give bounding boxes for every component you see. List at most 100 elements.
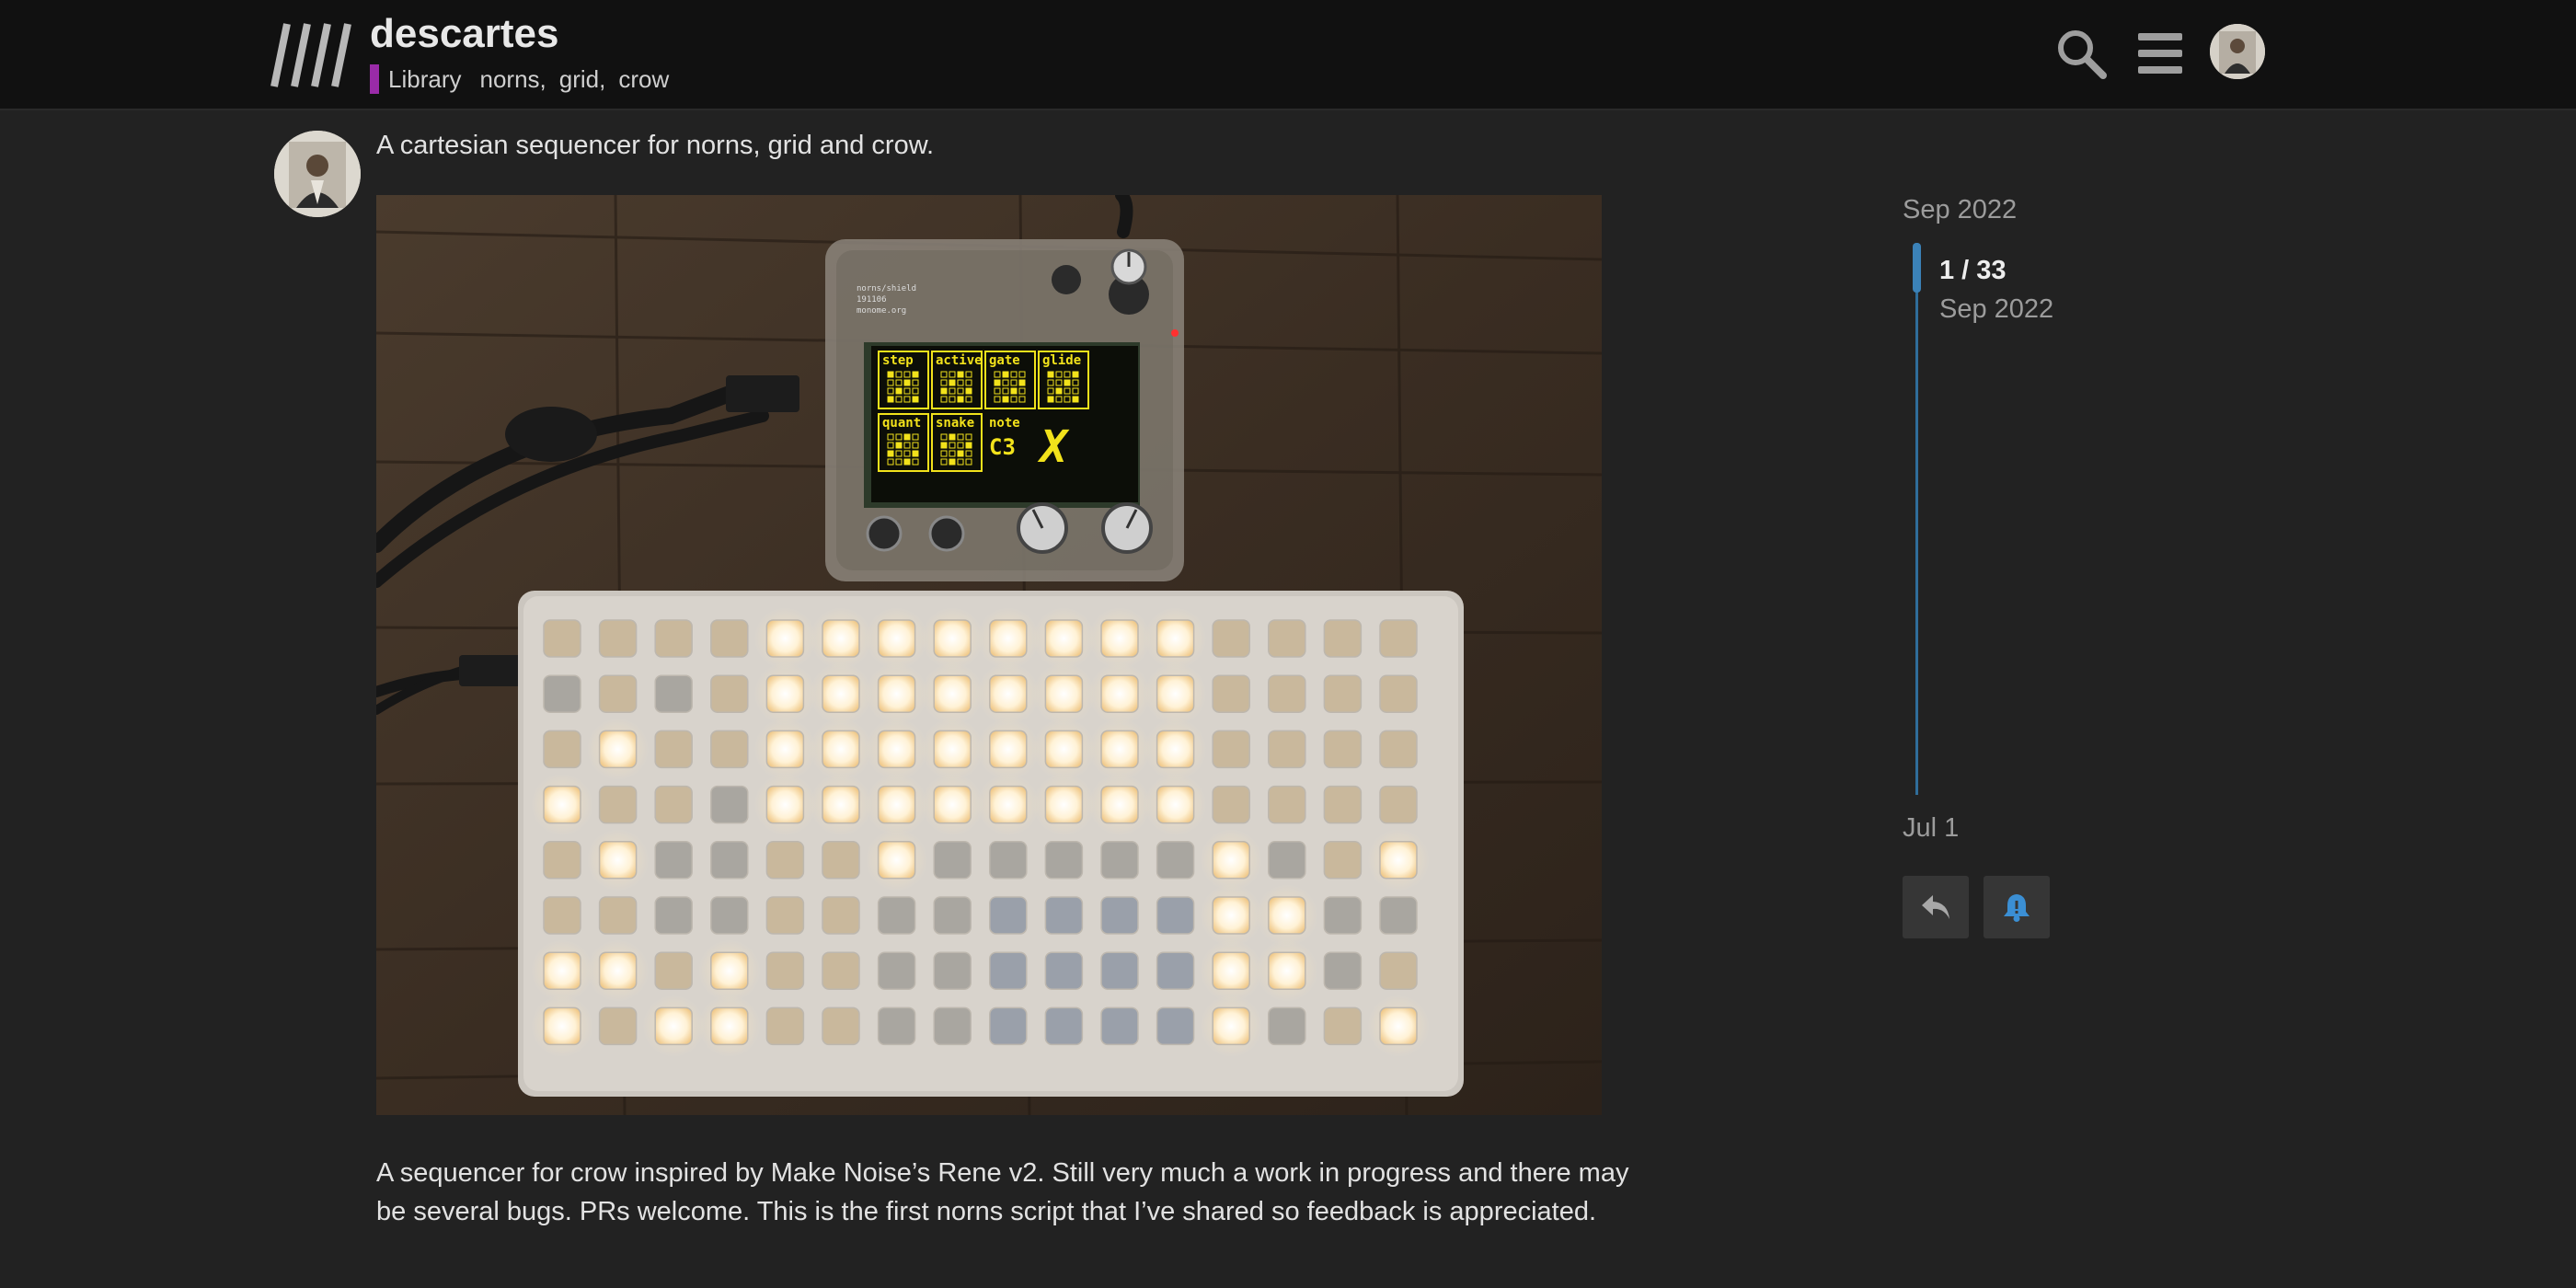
grid-key (822, 674, 860, 713)
grid-key (598, 730, 638, 769)
grid-key (543, 896, 581, 935)
tag-separator: , (539, 64, 546, 93)
grid-key (543, 619, 581, 658)
grid-key (543, 1006, 581, 1046)
grid-key (1268, 674, 1306, 713)
notification-button[interactable] (1984, 876, 2050, 938)
screen-label-quant: quant (882, 416, 921, 431)
svg-text:191106: 191106 (857, 295, 887, 305)
reply-button[interactable] (1903, 876, 1969, 938)
grid-key (1212, 1006, 1250, 1046)
post-author-avatar[interactable] (274, 131, 361, 217)
grid-key (1323, 896, 1363, 935)
grid-key (1100, 896, 1139, 935)
tag-crow[interactable]: crow (618, 65, 669, 94)
grid-key (710, 619, 749, 658)
screen-label-step: step (882, 353, 914, 368)
svg-text:monome.org: monome.org (857, 306, 906, 316)
grid-key (933, 1006, 972, 1046)
timeline-handle[interactable] (1913, 243, 1921, 293)
grid-key (765, 785, 805, 824)
timeline-scrollbar[interactable] (1915, 243, 1918, 795)
grid-key (1044, 674, 1084, 713)
grid-key (1156, 619, 1195, 658)
grid-key (1379, 841, 1418, 880)
grid-key (654, 619, 693, 658)
grid-key (1379, 951, 1418, 990)
grid-key (1268, 785, 1306, 824)
grid-key (1212, 730, 1250, 769)
post-intro-text: A cartesian sequencer for norns, grid an… (376, 131, 935, 160)
grid-key (877, 619, 916, 658)
grid-key (598, 785, 638, 824)
tag-grid[interactable]: grid (559, 65, 599, 94)
timeline-current-date: Sep 2022 (1939, 294, 2054, 324)
search-icon[interactable] (2053, 26, 2109, 81)
post-image[interactable]: norns/shield 191106 monome.org step activ… (376, 195, 1602, 1115)
grid-key (1044, 896, 1084, 935)
grid-key (654, 1006, 693, 1046)
grid-key (877, 1006, 916, 1046)
device-photo: norns/shield 191106 monome.org step activ… (376, 195, 1602, 1115)
grid-key (877, 951, 916, 990)
grid-key (598, 896, 638, 935)
grid-key (989, 951, 1028, 990)
grid-key (989, 785, 1028, 824)
grid-key (1100, 674, 1139, 713)
grid-key (1323, 730, 1363, 769)
grid-key (710, 785, 749, 824)
grid-key (1100, 785, 1139, 824)
topic-title[interactable]: descartes (370, 11, 558, 57)
grid-key (989, 674, 1028, 713)
grid-key (822, 896, 860, 935)
grid-key (543, 674, 581, 713)
grid-key (654, 785, 693, 824)
grid-key (1100, 730, 1139, 769)
grid-key (822, 785, 860, 824)
site-header: descartes Library norns , grid , crow (0, 0, 2576, 110)
grid-key (1044, 841, 1084, 880)
grid-key (877, 730, 916, 769)
grid-key (933, 951, 972, 990)
grid-key (1156, 951, 1195, 990)
grid-key (1212, 674, 1250, 713)
grid-key (1268, 619, 1306, 658)
grid-key (654, 841, 693, 880)
timeline-start-date[interactable]: Sep 2022 (1903, 195, 2017, 225)
grid-key (1156, 785, 1195, 824)
screen-label-glide: glide (1042, 353, 1081, 368)
grid-key (1156, 1006, 1195, 1046)
timeline-end-date[interactable]: Jul 1 (1903, 813, 1959, 844)
grid-key (1268, 896, 1306, 935)
hamburger-menu-icon[interactable] (2133, 26, 2188, 81)
grid-key (1044, 619, 1084, 658)
post-body-text: A sequencer for crow inspired by Make No… (376, 1158, 1629, 1226)
screen-label-active: active (936, 353, 983, 368)
grid-key (1100, 951, 1139, 990)
grid-key (1044, 1006, 1084, 1046)
grid-key (765, 730, 805, 769)
tag-norns[interactable]: norns (479, 65, 539, 94)
grid-key (1268, 841, 1306, 880)
grid-key (1044, 951, 1084, 990)
grid-key (710, 1006, 749, 1046)
grid-key (933, 896, 972, 935)
tag-separator: , (599, 64, 606, 93)
category-link[interactable]: Library (388, 65, 461, 94)
screen-label-note: note (989, 416, 1020, 431)
grid-key (877, 785, 916, 824)
grid-key (1212, 619, 1250, 658)
grid-key (989, 619, 1028, 658)
grid-key (710, 841, 749, 880)
grid-key (1379, 730, 1418, 769)
grid-key (543, 730, 581, 769)
category-color-swatch (370, 64, 379, 94)
site-logo[interactable] (270, 18, 355, 90)
grid-key (1212, 896, 1250, 935)
grid-key (877, 841, 916, 880)
screen-label-snake: snake (936, 416, 974, 431)
grid-key (654, 951, 693, 990)
user-avatar[interactable] (2210, 24, 2265, 79)
grid-key (933, 841, 972, 880)
grid-key (710, 674, 749, 713)
